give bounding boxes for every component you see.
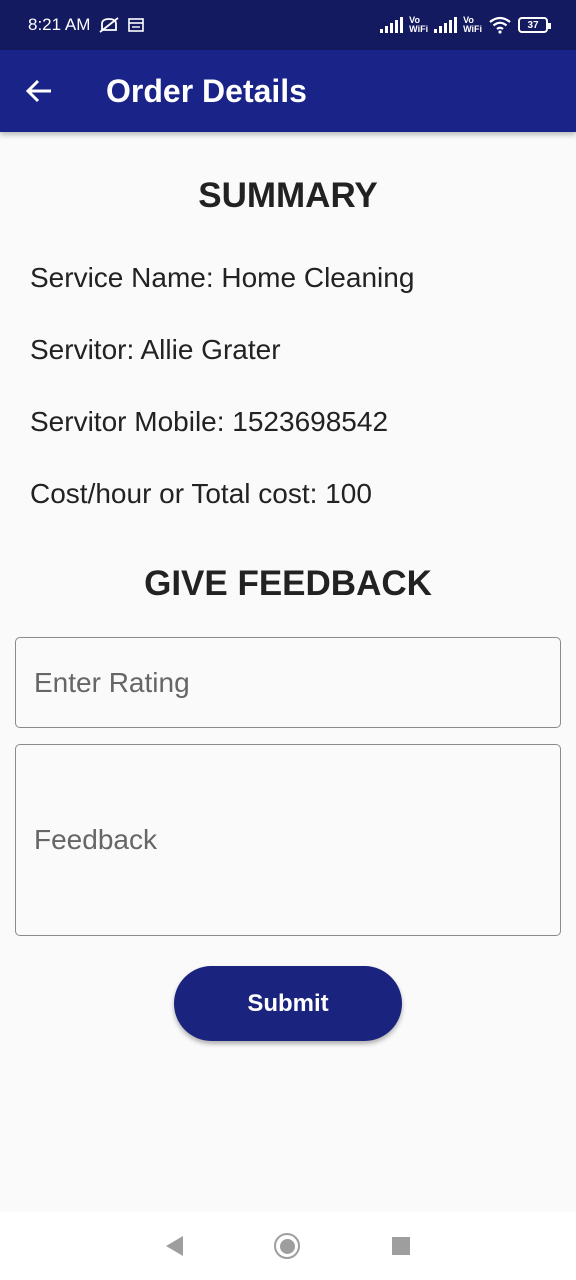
back-arrow-icon[interactable] (0, 50, 82, 132)
servitor-text: Servitor: Allie Grater (30, 334, 281, 365)
vowifi-icon: Vo WiFi (409, 15, 429, 34)
signal-icon-2 (434, 17, 458, 33)
rating-placeholder: Enter Rating (34, 666, 190, 698)
summary-title: SUMMARY (198, 176, 378, 215)
vowifi-icon-2: Vo WiFi (463, 15, 482, 34)
feedback-title: GIVE FEEDBACK (144, 564, 432, 603)
mute-icon (99, 17, 119, 33)
servitor-mobile-text: Servitor Mobile: 1523698542 (30, 406, 389, 437)
submit-button[interactable]: Submit (174, 966, 402, 1041)
battery-icon: 37 (518, 17, 551, 33)
wifi-icon (489, 16, 511, 34)
status-left: 8:21 AM (28, 15, 145, 35)
nav-recents-icon[interactable] (392, 1237, 411, 1255)
service-name-text: Service Name: Home Cleaning (30, 262, 415, 293)
rating-input[interactable]: Enter Rating (15, 637, 561, 728)
status-bar: 8:21 AM Vo WiFi Vo WiFi 37 (0, 0, 576, 50)
signal-icon (380, 17, 404, 33)
cost-text: Cost/hour or Total cost: 100 (30, 478, 372, 509)
nav-back-icon[interactable] (165, 1236, 183, 1256)
feedback-placeholder: Feedback (34, 824, 157, 855)
navigation-bar (0, 1212, 576, 1280)
app-bar: Order Details (0, 50, 576, 132)
feedback-input[interactable]: Feedback (15, 744, 561, 936)
calendar-icon (128, 18, 145, 32)
nav-home-icon[interactable] (274, 1233, 301, 1259)
page-title: Order Details (106, 72, 307, 109)
status-right: Vo WiFi Vo WiFi 37 (380, 15, 551, 34)
status-time: 8:21 AM (28, 15, 91, 34)
